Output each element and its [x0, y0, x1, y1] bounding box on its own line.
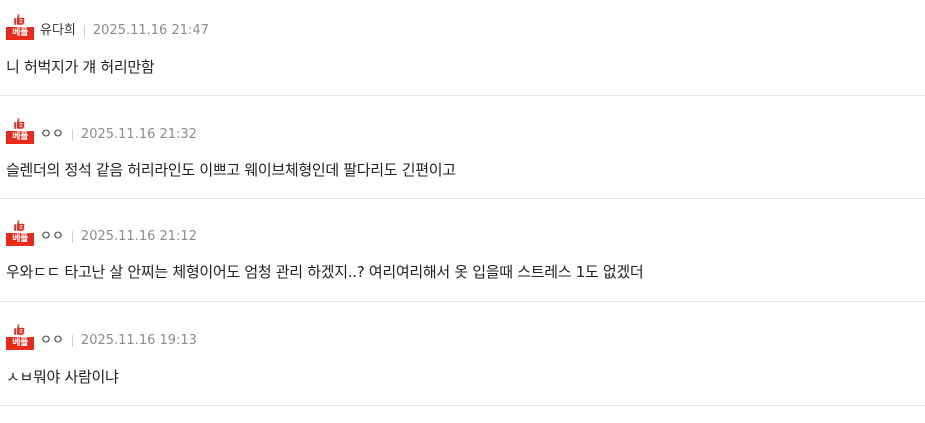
thumbs-up-icon — [14, 324, 25, 335]
comment-author[interactable]: 유다희 — [40, 23, 76, 40]
comment-meta: 베플 ㅇㅇ 2025.11.16 21:12 — [6, 220, 197, 246]
comment-date: 2025.11.16 21:32 — [80, 127, 197, 142]
best-reply-badge: 베플 — [6, 219, 34, 246]
comment-text: 우와ㄷㄷ 타고난 살 안찌는 체형이어도 엄청 관리 하겠지..? 여리여리해서… — [6, 263, 644, 281]
best-reply-badge-label: 베플 — [6, 233, 34, 246]
best-reply-badge-label: 베플 — [6, 337, 34, 350]
comment-text: 슬렌더의 정석 같음 허리라인도 이쁘고 웨이브체형인데 팔다리도 긴편이고 — [6, 161, 456, 179]
meta-divider — [71, 231, 73, 243]
best-reply-badge: 베플 — [6, 323, 34, 350]
comment-author[interactable]: ㅇㅇ — [40, 333, 64, 350]
best-reply-badge-label: 베플 — [6, 131, 34, 144]
meta-divider — [71, 129, 73, 141]
comment-list: 베플 유다희 2025.11.16 21:47 니 허벅지가 걔 허리만함 베플… — [0, 0, 925, 423]
thumbs-up-icon — [14, 220, 25, 231]
comment-item: 베플 ㅇㅇ 2025.11.16 19:13 ㅅㅂ뭐야 사람이냐 — [0, 302, 925, 406]
comment-meta: 베플 ㅇㅇ 2025.11.16 21:32 — [6, 118, 197, 144]
comment-text: 니 허벅지가 걔 허리만함 — [6, 58, 155, 76]
comment-meta: 베플 유다희 2025.11.16 21:47 — [6, 14, 209, 40]
comment-author[interactable]: ㅇㅇ — [40, 127, 64, 144]
meta-divider — [83, 25, 85, 37]
best-reply-badge-label: 베플 — [6, 27, 34, 40]
comment-meta: 베플 ㅇㅇ 2025.11.16 19:13 — [6, 324, 197, 350]
comment-item: 베플 ㅇㅇ 2025.11.16 21:32 슬렌더의 정석 같음 허리라인도 … — [0, 96, 925, 199]
comment-text: ㅅㅂ뭐야 사람이냐 — [6, 368, 119, 386]
comment-date: 2025.11.16 21:12 — [80, 229, 197, 244]
comment-date: 2025.11.16 19:13 — [80, 333, 197, 348]
comment-item: 베플 유다희 2025.11.16 21:47 니 허벅지가 걔 허리만함 — [0, 0, 925, 96]
meta-divider — [71, 335, 73, 347]
thumbs-up-icon — [14, 14, 25, 25]
comment-item: 베플 ㅇㅇ 2025.11.16 21:12 우와ㄷㄷ 타고난 살 안찌는 체형… — [0, 199, 925, 302]
comment-author[interactable]: ㅇㅇ — [40, 229, 64, 246]
thumbs-up-icon — [14, 118, 25, 129]
best-reply-badge: 베플 — [6, 13, 34, 40]
best-reply-badge: 베플 — [6, 117, 34, 144]
comment-date: 2025.11.16 21:47 — [92, 23, 209, 38]
